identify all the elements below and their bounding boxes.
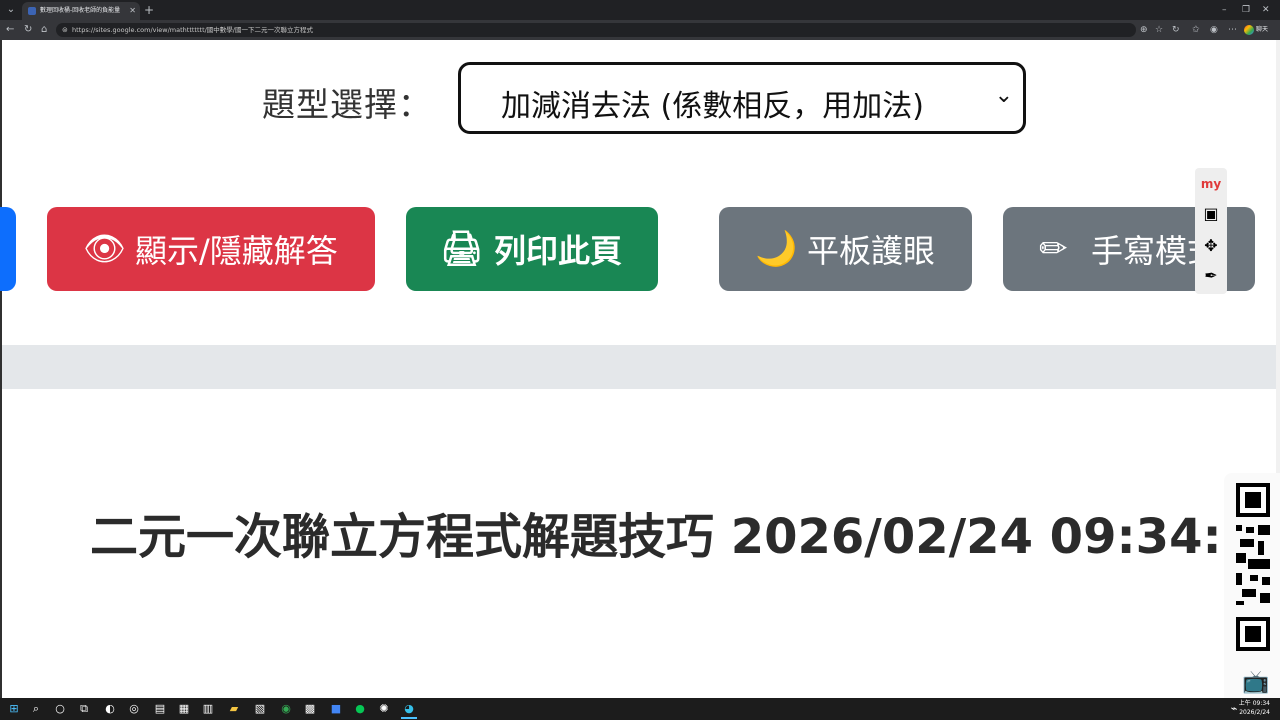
app-icon-7[interactable]: ▩ [302,701,318,717]
question-type-label: 題型選擇： [262,85,432,124]
app-icon-3[interactable]: ▤ [152,701,168,717]
tv-icon[interactable]: 📺 [1242,670,1269,696]
app-icon-5[interactable]: ▥ [200,701,216,717]
toggle-answer-label: 顯示/隱藏解答 [135,232,338,270]
cortana-circle-icon[interactable]: ○ [52,701,68,717]
edge-icon[interactable]: ◕ [401,701,417,719]
app-icon-2[interactable]: ◎ [126,701,142,717]
search-icon[interactable]: ⌕ [28,701,44,717]
favorite-star-icon[interactable]: ☆ [1155,23,1163,37]
print-button[interactable]: 🖨 列印此頁 [406,207,658,291]
print-label: 列印此頁 [494,232,623,270]
page-content: 題型選擇： 加減消去法 (係數相反，用加法) ⌄ 👁 顯示/隱藏解答 🖨 列印此… [0,40,1280,698]
app-icon-4[interactable]: ▦ [176,701,192,717]
floating-toolbar: my ▣ ✥ ✒ [1195,168,1227,294]
qr-code-panel[interactable] [1224,473,1280,698]
minimize-icon[interactable]: – [1222,2,1227,18]
address-url: https://sites.google.com/view/mathtttttt… [72,26,314,34]
section-divider-band [2,345,1276,389]
chrome-icon[interactable]: ◉ [278,701,294,717]
chevron-down-icon: ⌄ [994,83,1013,108]
screenshot-icon[interactable]: ▣ [1199,202,1223,226]
folder-icon[interactable]: ▰ [226,701,242,717]
zoom-icon[interactable]: ⊕ [1140,23,1148,37]
clock-time: 上午 09:34 [1238,700,1270,707]
home-icon[interactable]: ⌂ [41,22,47,38]
restore-icon[interactable]: ❐ [1242,2,1250,18]
copilot-icon [1244,24,1254,35]
tab-menu-chevron-icon[interactable]: ⌄ [4,3,18,17]
moon-icon: 🌙 [755,229,798,269]
app-icon-8[interactable]: ■ [328,701,344,717]
clock-date: 2026/2/24 [1239,709,1270,716]
qr-code-icon [1236,483,1270,651]
move-arrows-icon[interactable]: ✥ [1199,234,1223,258]
account-icon[interactable]: ◉ [1210,23,1218,37]
partial-blue-button[interactable] [0,207,16,291]
site-favicon-icon [28,7,36,15]
lock-icon: ⊜ [62,26,68,34]
printer-icon: 🖨 [440,229,484,269]
address-bar[interactable]: ⊜ https://sites.google.com/view/mathtttt… [56,23,1136,37]
line-icon[interactable]: ● [352,701,368,717]
refresh-icon[interactable]: ↻ [24,22,32,38]
browser-toolbar: ← ↻ ⌂ ⊜ https://sites.google.com/view/ma… [0,20,1280,40]
windows-taskbar: ⊞ ⌕ ○ ⧉ ◐ ◎ ▤ ▦ ▥ ▰ ▧ ◉ ▩ ■ ● ✺ ◕ ⌁ 上午 0… [0,698,1280,720]
tab-title: 數理回收桶-回收老師的負能量 [40,7,121,14]
eye-icon: 👁 [83,229,127,269]
chatgpt-icon[interactable]: ✺ [376,701,392,717]
back-arrow-icon[interactable]: ← [6,22,14,38]
more-menu-icon[interactable]: ⋯ [1228,23,1237,37]
system-clock[interactable]: 上午 09:34 2026/2/24 [1239,699,1270,717]
app-icon-6[interactable]: ▧ [252,701,268,717]
copilot-chat-button[interactable]: 聊天 [1244,23,1274,37]
favorites-icon[interactable]: ✩ [1192,23,1200,37]
browser-tab[interactable]: 數理回收桶-回收老師的負能量 ✕ [22,2,140,20]
my-cloud-icon[interactable]: my [1199,172,1223,196]
question-type-select[interactable]: 加減消去法 (係數相反，用加法) ⌄ [458,62,1026,134]
new-tab-plus-icon[interactable]: + [144,2,154,18]
question-type-value: 加減消去法 (係數相反，用加法) [501,89,924,124]
eye-care-button[interactable]: 🌙 平板護眼 [719,207,972,291]
app-icon-1[interactable]: ◐ [102,701,118,717]
eye-care-label: 平板護眼 [807,232,936,270]
task-view-icon[interactable]: ⧉ [76,701,92,717]
start-windows-icon[interactable]: ⊞ [6,701,22,717]
copilot-chat-label: 聊天 [1256,26,1269,33]
tab-close-icon[interactable]: ✕ [129,2,136,20]
toggle-answer-button[interactable]: 👁 顯示/隱藏解答 [47,207,375,291]
extension-icon[interactable]: ↻ [1172,23,1180,37]
browser-tab-bar: ⌄ 數理回收桶-回收老師的負能量 ✕ + – ❐ ✕ [0,0,1280,20]
pencil-icon: ✏ [1039,229,1068,269]
my-label: my [1200,177,1222,191]
pen-icon[interactable]: ✒ [1199,264,1223,288]
window-close-icon[interactable]: ✕ [1262,2,1270,18]
page-title: 二元一次聯立方程式解題技巧 2026/02/24 09:34:11 [90,509,1280,565]
